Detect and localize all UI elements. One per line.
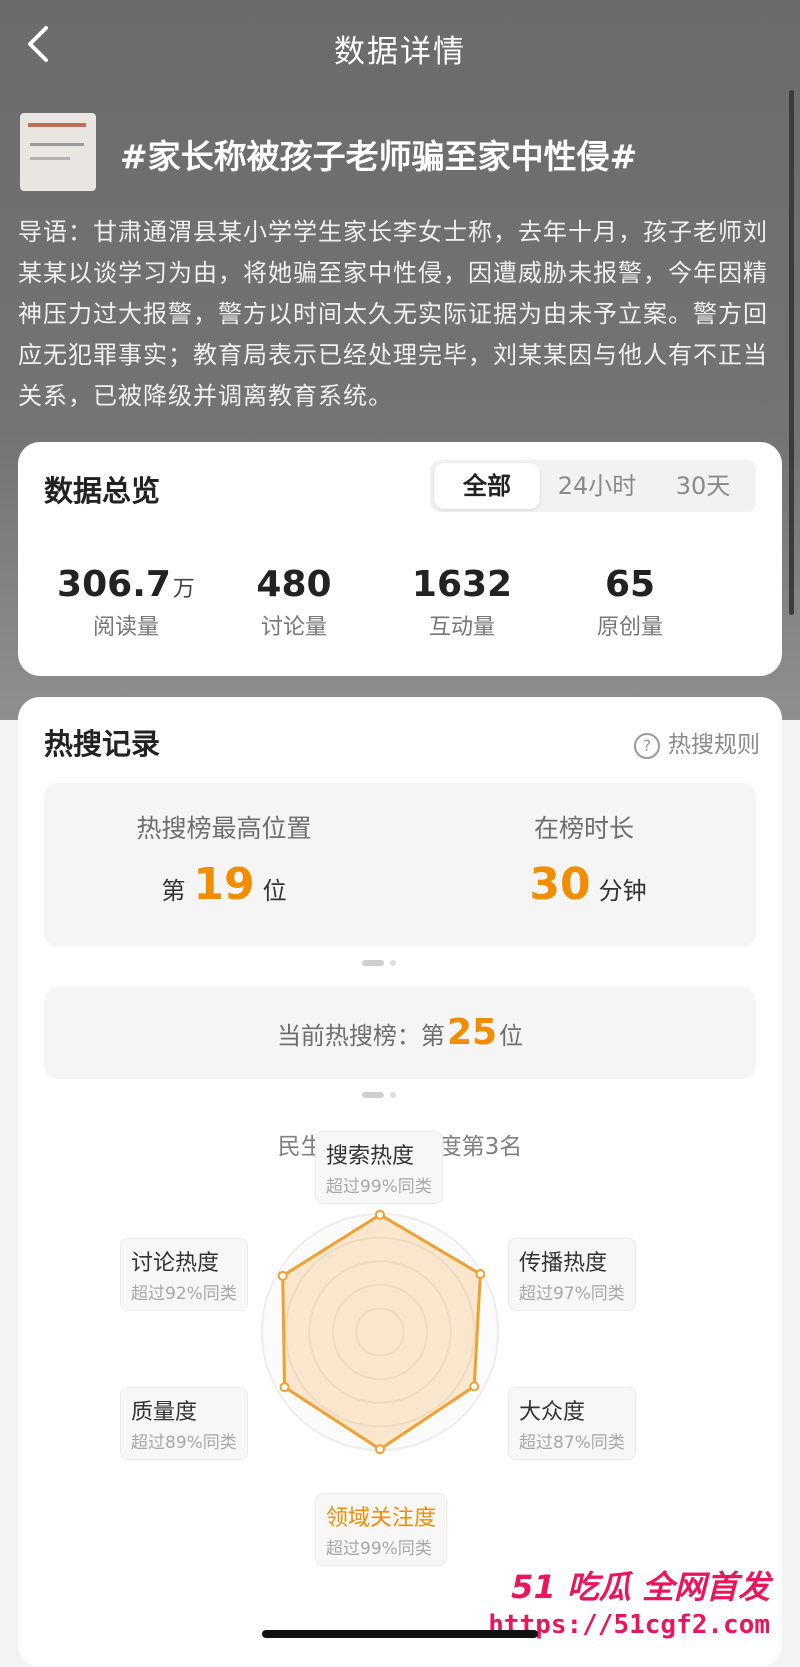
radar-label-discussion: 讨论热度 超过92%同类 [120, 1238, 248, 1311]
radar-point [469, 1381, 480, 1392]
radar-label-quality: 质量度 超过89%同类 [120, 1387, 248, 1460]
nav-header: 数据详情 [0, 0, 800, 90]
radar-axis-name: 传播热度 [519, 1251, 608, 1276]
radar-point [475, 1269, 486, 1280]
hot-search-card: 热搜记录 ? 热搜规则 热搜榜最高位置 第 19 位 在榜时长 30 分钟 当前热搜榜：… [18, 697, 782, 1667]
radar-axis-sub: 超过87%同类 [519, 1433, 625, 1453]
tab-30d[interactable]: 30天 [650, 460, 756, 512]
radar-axis-sub: 超过99%同类 [326, 1177, 432, 1197]
stat-value: 480 [256, 564, 332, 605]
topic-title: #家长称被孩子老师骗至家中性侵# [120, 137, 638, 176]
radar-point [277, 1270, 288, 1281]
scrollbar[interactable] [789, 90, 794, 615]
radar-label-search: 搜索热度 超过99%同类 [315, 1131, 443, 1204]
radar-point [375, 1209, 385, 1220]
stat-value: 1632 [411, 564, 513, 605]
radar-axis-name: 讨论热度 [131, 1251, 220, 1276]
topic-intro: 导语：甘肃通渭县某小学学生家长李女士称，去年十月，孩子老师刘某某以谈学习为由，将… [18, 218, 768, 410]
stat-value: 306.7 [57, 564, 171, 605]
stat-interactions: 1632 互动量 [372, 564, 552, 641]
stat-discussions: 480 讨论量 [204, 564, 384, 641]
watermark-num: 51 [511, 1568, 556, 1606]
range-tabs: 全部 24小时 30天 [430, 460, 756, 512]
topic-thumbnail [20, 113, 96, 191]
radar-axis-name: 大众度 [519, 1400, 586, 1425]
stat-label: 互动量 [428, 615, 495, 640]
radar-point [375, 1444, 385, 1455]
stat-reads: 306.7万 阅读量 [36, 564, 216, 641]
overview-card: 数据总览 全部 24小时 30天 306.7万 阅读量 480 讨论量 1632… [18, 442, 782, 676]
stat-unit: 万 [172, 577, 195, 602]
radar-axis-name: 质量度 [131, 1400, 198, 1425]
radar-label-spread: 传播热度 超过97%同类 [508, 1238, 636, 1311]
radar-label-field: 领域关注度 超过99%同类 [315, 1493, 448, 1566]
home-indicator [262, 1630, 538, 1638]
watermark-text: 吃瓜 全网首发 [566, 1568, 770, 1606]
radar-point [279, 1382, 290, 1393]
stat-value: 65 [604, 564, 656, 605]
stat-label: 讨论量 [260, 615, 327, 640]
page-title: 数据详情 [334, 34, 466, 70]
tab-24h[interactable]: 24小时 [544, 460, 650, 512]
radar-axis-sub: 超过99%同类 [326, 1539, 432, 1559]
radar-axis-sub: 超过89%同类 [131, 1433, 237, 1453]
overview-title: 数据总览 [44, 474, 161, 508]
radar-axis-sub: 超过97%同类 [519, 1284, 625, 1304]
radar-axis-sub: 超过92%同类 [131, 1284, 237, 1304]
radar-axis-name: 领域关注度 [326, 1506, 437, 1531]
stat-label: 阅读量 [92, 615, 159, 640]
tab-all[interactable]: 全部 [434, 463, 540, 509]
watermark: 51 吃瓜 全网首发 https://51cgf2.com [488, 1562, 770, 1640]
radar-axis-name: 搜索热度 [326, 1144, 415, 1169]
stat-originals: 65 原创量 [540, 564, 720, 641]
stat-label: 原创量 [596, 615, 663, 640]
radar-label-popularity: 大众度 超过87%同类 [508, 1387, 636, 1460]
